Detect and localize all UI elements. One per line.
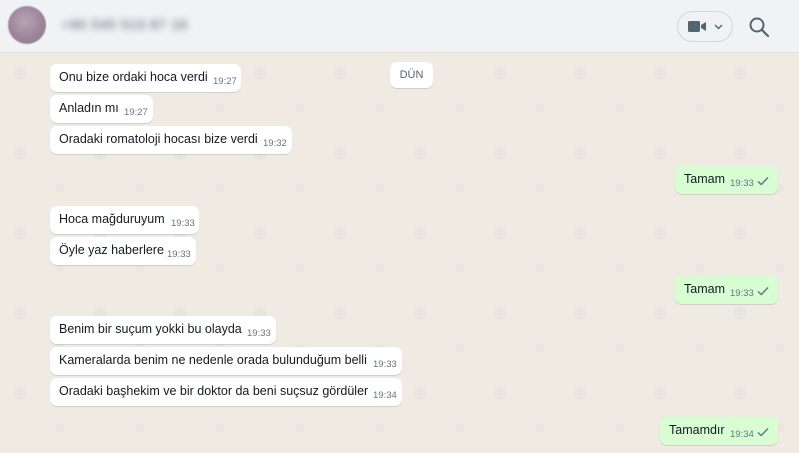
message-outgoing[interactable]: Tamam 19:33 (675, 166, 778, 194)
message-time: 19:32 (263, 138, 287, 149)
message-text: Kameralarda benim ne nedenle orada bulun… (59, 353, 367, 367)
message-text: Tamam (684, 282, 725, 296)
video-camera-icon (688, 21, 723, 32)
message-time: 19:33 (171, 218, 195, 229)
message-outgoing[interactable]: Tamamdır 19:34 (660, 417, 778, 445)
message-time: 19:34 (373, 390, 397, 401)
message-text: Oradaki romatoloji hocası bize verdi (59, 132, 258, 146)
single-check-icon (757, 286, 769, 296)
message-time: 19:34 (730, 429, 754, 440)
message-text: Öyle yaz haberlere (59, 243, 164, 257)
message-text: Benim bir suçum yokki bu olayda (59, 322, 242, 336)
message-incoming[interactable]: Oradaki başhekim ve bir doktor da beni s… (50, 378, 402, 406)
chat-header: +90 545 513 87 16 (0, 0, 799, 53)
contact-avatar[interactable] (8, 6, 46, 44)
message-text: Hoca mağduruyum (59, 212, 165, 226)
message-text: Tamamdır (669, 423, 725, 437)
message-time: 19:27 (213, 76, 237, 87)
single-check-icon (757, 427, 769, 437)
message-incoming[interactable]: Kameralarda benim ne nedenle orada bulun… (50, 347, 402, 375)
chevron-down-icon (714, 24, 723, 30)
single-check-icon (757, 176, 769, 186)
message-text: Oradaki başhekim ve bir doktor da beni s… (59, 384, 369, 398)
message-text: Anladın mı (59, 101, 119, 115)
message-incoming[interactable]: Onu bize ordaki hoca verdi 19:27 (50, 64, 241, 92)
video-call-button[interactable] (677, 11, 733, 42)
message-text: Tamam (684, 172, 725, 186)
message-time: 19:27 (124, 107, 148, 118)
message-incoming[interactable]: Hoca mağduruyum 19:33 (50, 206, 199, 234)
message-time: 19:33 (373, 359, 397, 370)
day-separator: DÜN (390, 62, 433, 88)
message-incoming[interactable]: Oradaki romatoloji hocası bize verdi 19:… (50, 126, 292, 154)
message-time: 19:33 (730, 178, 754, 189)
search-icon[interactable] (748, 16, 770, 38)
message-time: 19:33 (167, 249, 191, 260)
message-incoming[interactable]: Öyle yaz haberlere 19:33 (50, 237, 196, 265)
message-time: 19:33 (247, 328, 271, 339)
message-outgoing[interactable]: Tamam 19:33 (675, 276, 778, 304)
message-incoming[interactable]: Benim bir suçum yokki bu olayda 19:33 (50, 316, 276, 344)
message-time: 19:33 (730, 288, 754, 299)
contact-name[interactable]: +90 545 513 87 16 (62, 17, 188, 32)
message-text: Onu bize ordaki hoca verdi (59, 70, 208, 84)
message-incoming[interactable]: Anladın mı 19:27 (50, 95, 153, 123)
